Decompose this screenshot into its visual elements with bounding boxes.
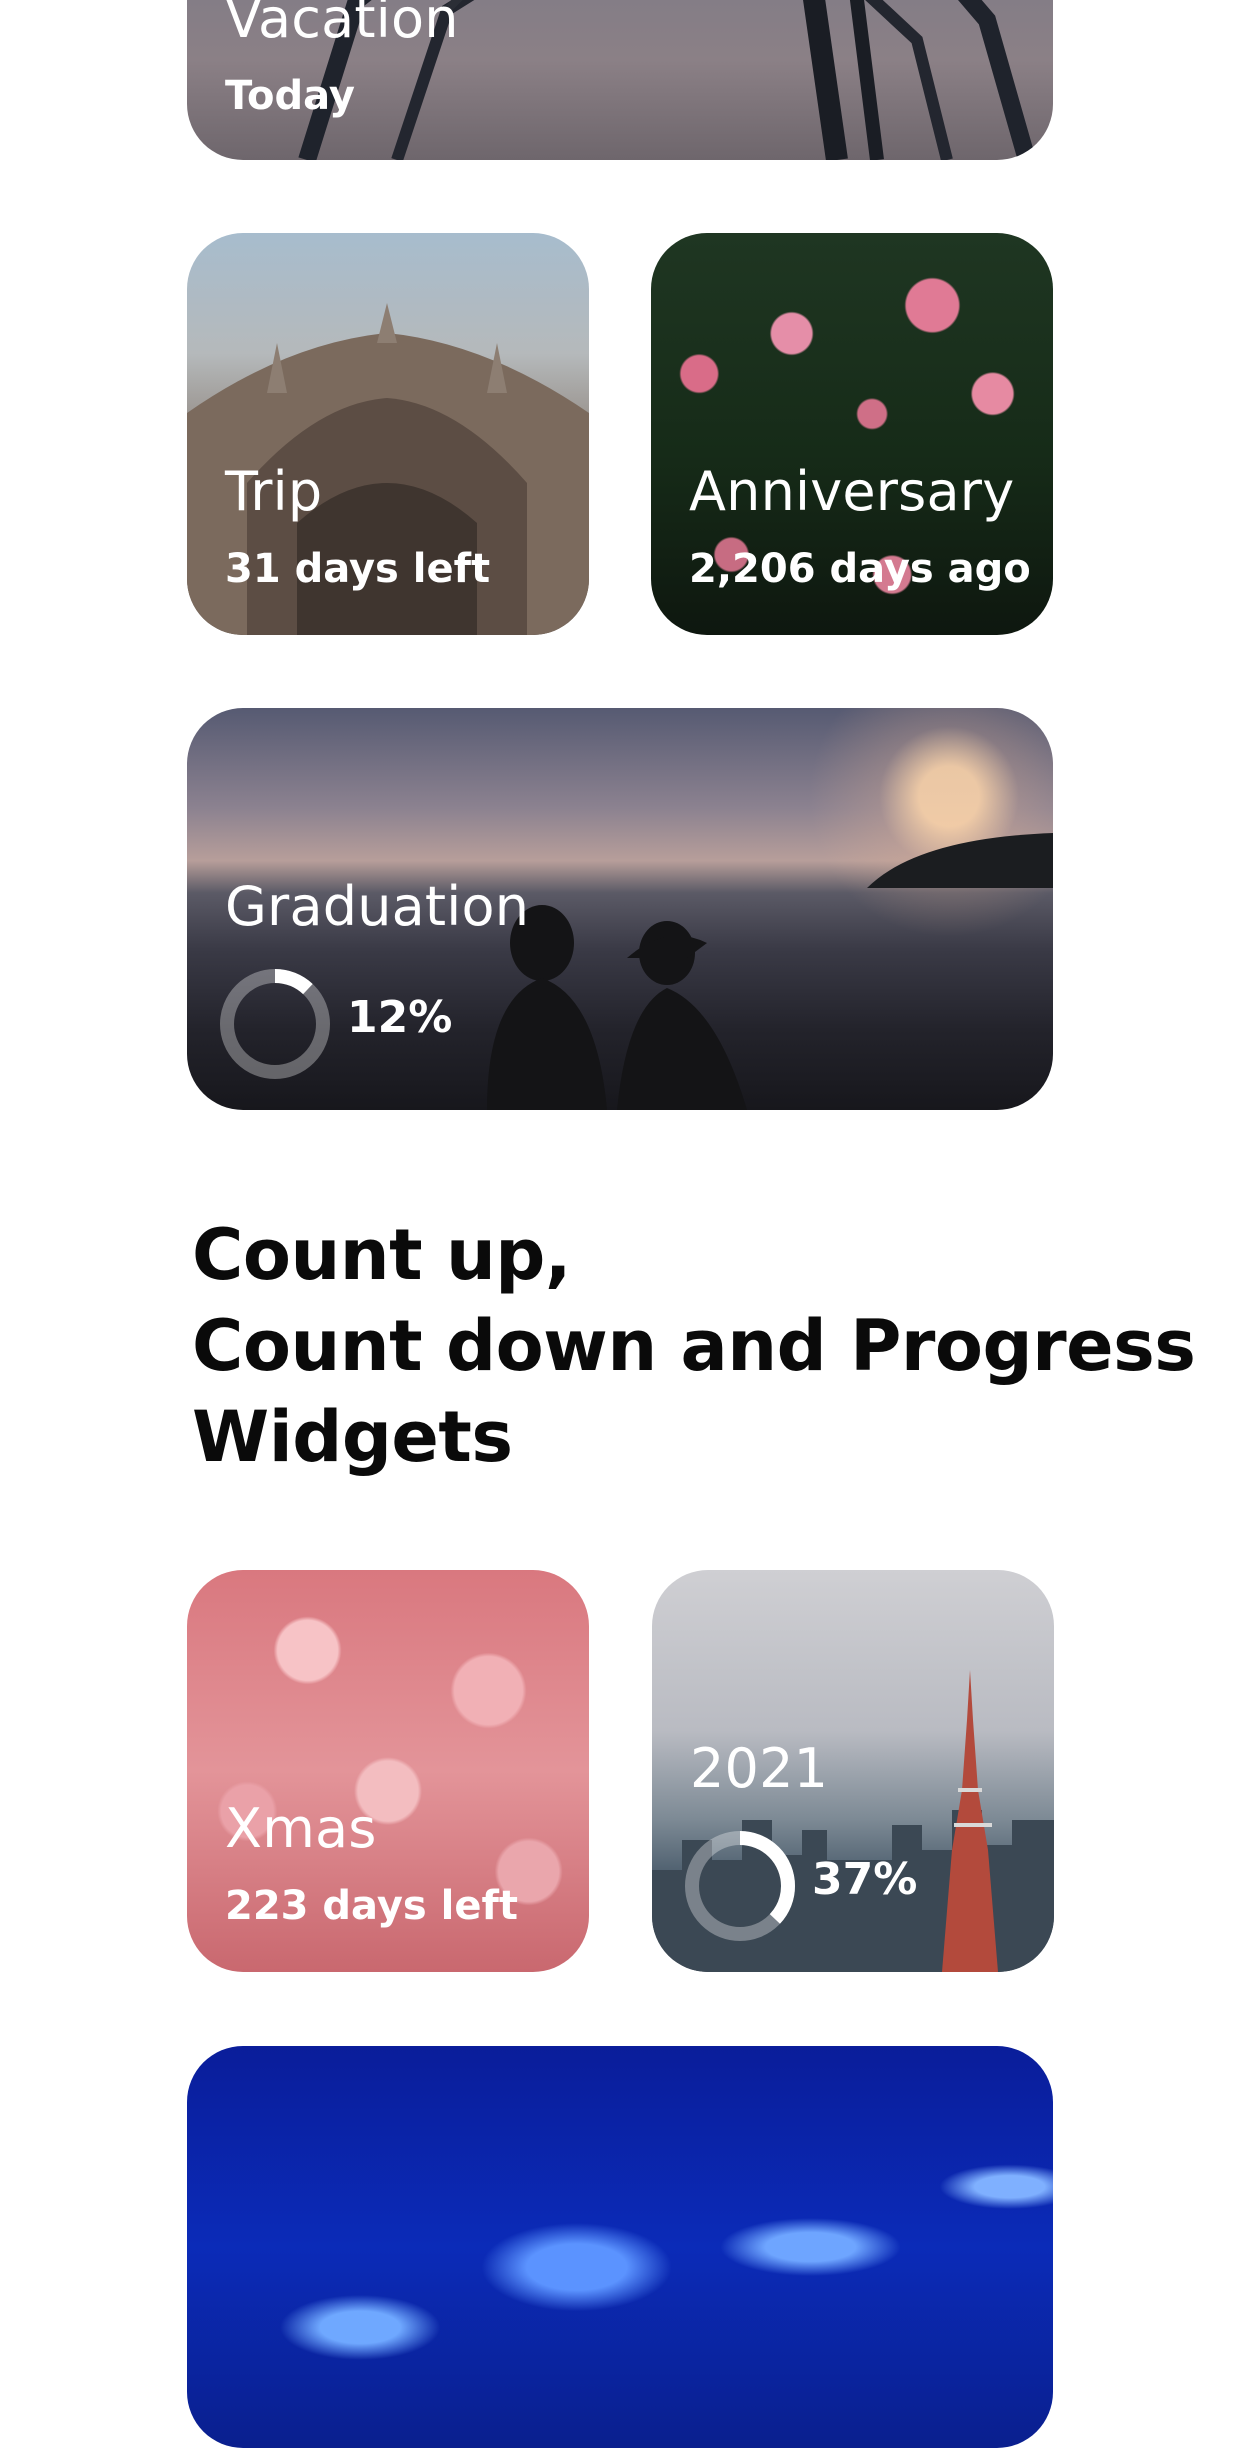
widget-card-jellyfish[interactable] — [187, 2046, 1053, 2448]
widget-card-vacation[interactable]: Vacation Today — [187, 0, 1053, 160]
widget-title: 2021 — [690, 1737, 829, 1800]
heading-line: Widgets — [192, 1396, 513, 1478]
heading-line: Count down and Progress — [192, 1305, 1196, 1387]
progress-ring — [685, 1831, 795, 1941]
heading-line: Count up, — [192, 1214, 572, 1296]
widget-subtitle: Today — [225, 73, 355, 119]
widget-card-trip[interactable]: Trip 31 days left — [187, 233, 589, 635]
widget-card-2021[interactable]: 2021 37% — [652, 1570, 1054, 1972]
widget-subtitle: 223 days left — [225, 1883, 518, 1929]
widget-subtitle: 31 days left — [225, 546, 491, 592]
widget-title: Anniversary — [689, 460, 1015, 523]
widget-subtitle: 2,206 days ago — [689, 546, 1031, 592]
progress-percent: 12% — [347, 992, 453, 1043]
widget-card-graduation[interactable]: Graduation 12% — [187, 708, 1053, 1110]
widget-title: Vacation — [225, 0, 459, 50]
progress-ring — [220, 969, 330, 1079]
widget-title: Trip — [225, 460, 323, 523]
jellyfish-photo — [187, 2046, 1053, 2448]
widget-title: Xmas — [225, 1797, 377, 1860]
progress-percent: 37% — [812, 1854, 918, 1905]
widget-title: Graduation — [225, 875, 530, 938]
widget-card-xmas[interactable]: Xmas 223 days left — [187, 1570, 589, 1972]
widget-card-anniversary[interactable]: Anniversary 2,206 days ago — [651, 233, 1053, 635]
section-heading: Count up, Count down and Progress Widget… — [192, 1210, 1196, 1483]
